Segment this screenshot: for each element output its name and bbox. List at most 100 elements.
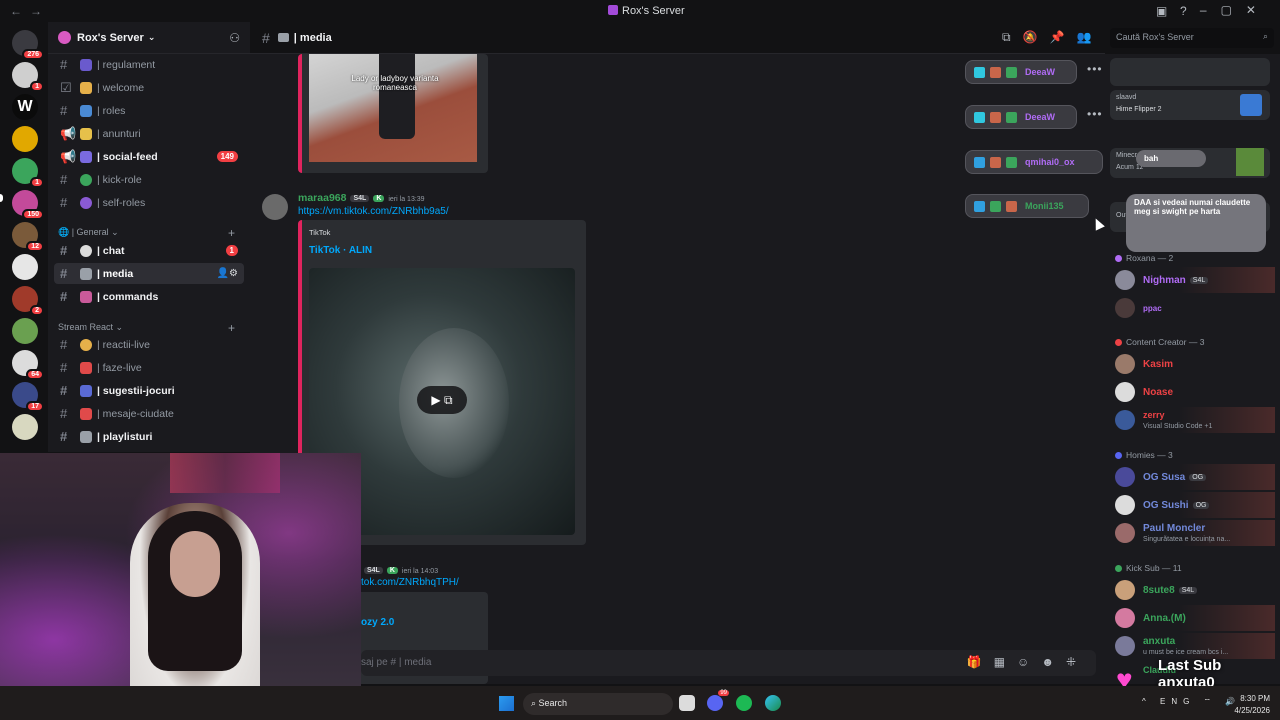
member-item[interactable]: ppac	[1115, 295, 1275, 321]
server-header[interactable]: Rox's Server ⌄ ⚇	[48, 22, 250, 54]
invite-icon[interactable]: ⚇	[229, 31, 240, 45]
inbox-icon[interactable]: ▣	[1156, 4, 1167, 18]
channel-chat[interactable]: # | chat 1	[54, 240, 244, 261]
activity-card[interactable]	[1110, 58, 1270, 86]
message-author-2[interactable]: S4L Kieri la 14:03	[360, 564, 438, 576]
window-controls[interactable]: –▢✕	[1200, 3, 1270, 17]
channel-reactii-live[interactable]: # | reactii-live	[54, 334, 244, 355]
search-input[interactable]: Caută Rox's Server ⌕	[1110, 28, 1274, 48]
spotify-icon[interactable]	[736, 695, 752, 711]
user-chip[interactable]: DeeaW	[965, 60, 1077, 84]
server-badge: 12	[26, 241, 44, 252]
member-item[interactable]: Kasim	[1115, 351, 1275, 377]
member-item[interactable]: anxuta u must be ice cream bcs i...	[1115, 633, 1275, 659]
taskbar-clock[interactable]: 8:30 PM 4/25/2026	[1228, 693, 1270, 717]
category-stream-react[interactable]: Stream React ⌄ +	[58, 321, 235, 335]
avatar	[1115, 636, 1135, 656]
server-icon-9[interactable]: 2	[12, 286, 44, 316]
channel-commands[interactable]: # | commands	[54, 286, 244, 307]
category-general[interactable]: 🌐 | General ⌄ +	[58, 226, 235, 240]
webcam-overlay	[0, 453, 361, 720]
role-tag: S4L	[350, 195, 370, 202]
user-chip[interactable]: Monii135	[965, 194, 1089, 218]
file-explorer-icon[interactable]	[679, 695, 695, 711]
badge-icon	[974, 66, 985, 78]
channel-sugestii-jocuri[interactable]: # | sugestii-jocuri	[54, 380, 244, 401]
server-icon-8[interactable]	[12, 254, 38, 280]
server-icon-10[interactable]	[12, 318, 38, 344]
add-channel-icon[interactable]: +	[228, 321, 235, 335]
server-icon-13[interactable]	[12, 414, 38, 440]
member-item[interactable]: OG Susa OG	[1115, 464, 1275, 490]
composer-tools[interactable]: 🎁▦☺☻⁜	[967, 655, 1088, 669]
channel-playlisturi[interactable]: # | playlisturi	[54, 426, 244, 447]
help-icon[interactable]: ?	[1180, 4, 1187, 18]
activity-card[interactable]: slaavd Hime Flipper 2	[1110, 90, 1270, 120]
channel-media[interactable]: # | media 👤⚙	[54, 263, 244, 284]
member-name: Paul Moncler	[1143, 522, 1206, 534]
user-chip[interactable]: qmihai0_ox	[965, 150, 1103, 174]
embed-title[interactable]: TikTok · ALIN	[309, 245, 372, 256]
channel-settings-icons[interactable]: 👤⚙	[217, 268, 238, 279]
message-author[interactable]: maraa968 S4L Kieri la 13:39	[298, 192, 425, 204]
member-item[interactable]: Anna.(M)	[1115, 605, 1275, 631]
member-item[interactable]: zerry Visual Studio Code +1	[1115, 407, 1275, 433]
server-icon-7[interactable]: 12	[12, 222, 44, 252]
server-logo-icon	[608, 5, 618, 15]
channel-welcome[interactable]: ☑ | welcome	[54, 77, 244, 98]
add-channel-icon[interactable]: +	[228, 226, 235, 240]
group-header: Roxana — 2	[1115, 253, 1173, 263]
server-rail: 276 1 W 1 150 12 2 64 17	[0, 22, 48, 452]
server-icon-5[interactable]: 1	[12, 158, 44, 188]
dm-home-icon[interactable]: 276	[12, 30, 44, 60]
message-link[interactable]: https://vm.tiktok.com/ZNRbhb9a5/	[298, 206, 449, 217]
message-link[interactable]: tok.com/ZNRbhqTPH/	[361, 577, 459, 588]
user-chip[interactable]: DeeaW	[965, 105, 1077, 129]
channel-roles[interactable]: # | roles	[54, 100, 244, 121]
server-icon-2[interactable]: 1	[12, 62, 44, 92]
channel-self-roles[interactable]: # | self-roles	[54, 192, 244, 213]
discord-icon[interactable]: 99	[707, 690, 729, 711]
play-icon[interactable]: ▶ ⧉	[417, 386, 467, 414]
windows-start-icon[interactable]	[499, 696, 514, 711]
server-icon-11[interactable]: 64	[12, 350, 44, 380]
member-item[interactable]: 8sute8 S4L	[1115, 577, 1275, 603]
channel-label: | sugestii-jocuri	[97, 384, 175, 397]
hash-icon: #	[60, 383, 68, 398]
message-composer[interactable]: saj pe # | media 🎁▦☺☻⁜	[361, 650, 1096, 676]
more-icon[interactable]: •••	[1087, 107, 1103, 121]
server-icon-6[interactable]: 150	[12, 190, 44, 220]
member-item[interactable]: OG Sushi OG	[1115, 492, 1275, 518]
film-icon	[277, 33, 289, 42]
member-item[interactable]: Noase	[1115, 379, 1275, 405]
system-tray[interactable]: ^ ENG ⌔ 🔊	[1142, 697, 1241, 707]
server-icon-12[interactable]: 17	[12, 382, 44, 412]
hash-icon: #	[60, 103, 68, 118]
channel-faze-live[interactable]: # | faze-live	[54, 357, 244, 378]
server-name: Rox's Server	[77, 31, 144, 44]
avatar[interactable]	[262, 194, 288, 220]
taskbar-search[interactable]: ⌕ Search	[523, 693, 673, 715]
server-icon-4[interactable]	[12, 126, 38, 152]
channel-anunturi[interactable]: 📢 | anunturi	[54, 123, 244, 144]
back-forward-icons[interactable]: ←→	[10, 4, 50, 18]
member-item[interactable]: Paul Moncler Singurătatea e locuința na..…	[1115, 520, 1275, 546]
header-tools[interactable]: ⧉🔕📌👥	[1002, 30, 1103, 45]
channel-mesaje-ciudate[interactable]: # | mesaje-ciudate	[54, 403, 244, 424]
attachment-image[interactable]: Lady or ladyboy varianta romaneasca	[309, 54, 477, 162]
embed-title[interactable]: ozy 2.0	[361, 617, 394, 628]
member-item[interactable]: Nighman S4L	[1115, 267, 1275, 293]
channel-kick-role[interactable]: # | kick-role	[54, 169, 244, 190]
more-icon[interactable]: •••	[1087, 62, 1103, 76]
role-tag: OG	[1192, 501, 1210, 509]
edge-icon[interactable]	[765, 695, 781, 711]
channel-emoji-icon	[80, 150, 92, 163]
channel-regulament[interactable]: # | regulament	[54, 54, 244, 75]
server-badge: 150	[22, 209, 44, 220]
channel-label: | anunturi	[97, 127, 141, 140]
server-icon-w[interactable]: W	[12, 94, 38, 120]
message-list[interactable]: Lady or ladyboy varianta romaneasca mara…	[250, 54, 1105, 684]
channel-social-feed[interactable]: 📢 | social-feed 149	[54, 146, 244, 167]
film-icon	[80, 267, 92, 280]
server-badge: 1	[30, 177, 44, 188]
